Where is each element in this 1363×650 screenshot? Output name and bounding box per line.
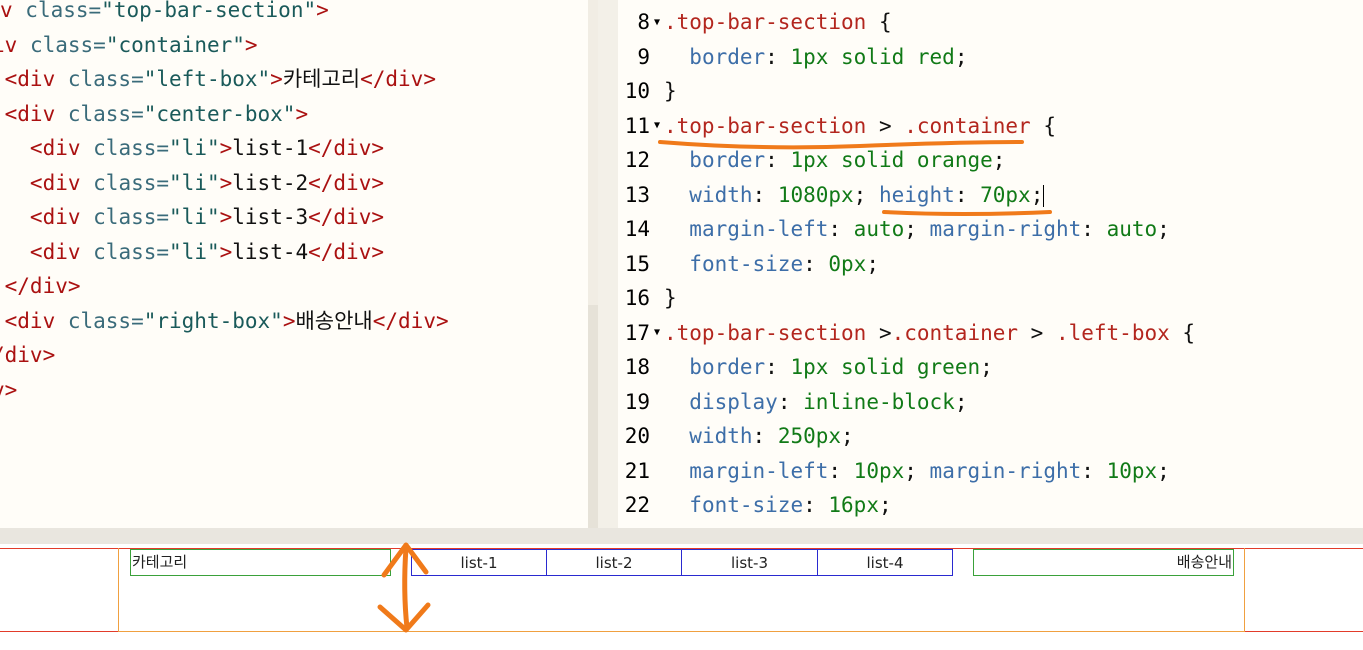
html-code-line: <div class="left-box">카테고리</div> bbox=[4, 67, 436, 91]
css-code-line: 13 width: 1080px; height: 70px; bbox=[624, 182, 1045, 207]
css-code-line: 17 ▼ .top-bar-section >.container > .left-… bbox=[618, 316, 1195, 351]
left-box: 카테고리 bbox=[130, 549, 391, 576]
list-item: list-2 bbox=[546, 549, 682, 576]
list-item: list-4 bbox=[817, 549, 953, 576]
css-code-line: 15 font-size: 0px; bbox=[624, 251, 879, 276]
html-code-line: v> bbox=[0, 377, 18, 402]
fold-arrow-icon[interactable]: ▼ bbox=[650, 316, 664, 351]
css-code-line: 19 display: inline-block; bbox=[624, 389, 968, 414]
css-code-line: 9 border: 1px solid red; bbox=[637, 44, 968, 69]
html-editor-pane[interactable]: v class="top-bar-section"> iv class="con… bbox=[0, 0, 588, 528]
text-cursor bbox=[1043, 184, 1045, 207]
list-item: list-1 bbox=[411, 549, 547, 576]
html-code-line: <div class="li">list-2</div> bbox=[0, 170, 384, 195]
html-code-line: <div class="right-box">배송안내</div> bbox=[4, 308, 449, 333]
right-box: 배송안내 bbox=[973, 549, 1234, 576]
css-code-line: 16} bbox=[624, 286, 677, 310]
preview-splitter[interactable] bbox=[0, 528, 1363, 544]
css-code-line: 10} bbox=[624, 79, 677, 103]
css-gutter bbox=[598, 0, 618, 528]
css-code-line: 12 border: 1px solid orange; bbox=[624, 148, 1006, 172]
fold-arrow-icon[interactable]: ▼ bbox=[650, 109, 664, 144]
html-code-line: <div class="li">list-4</div> bbox=[0, 239, 384, 264]
css-code-line: 11 ▼ .top-bar-section > .container { bbox=[618, 109, 1056, 144]
preview-pane: 카테고리 list-1 list-2 list-3 list-4 배송안내 bbox=[0, 544, 1363, 650]
css-code-line: 8 ▼ .top-bar-section { bbox=[618, 5, 891, 41]
html-pane-scrollbar[interactable] bbox=[588, 0, 598, 305]
html-code-line: v class="top-bar-section"> bbox=[0, 0, 329, 22]
css-code-line: 18 border: 1px solid green; bbox=[624, 355, 993, 379]
css-code-line: 14 margin-left: auto; margin-right: auto… bbox=[624, 217, 1170, 241]
css-code-line: 22 font-size: 16px; bbox=[624, 493, 892, 517]
html-code-line: /div> bbox=[0, 343, 56, 367]
css-code-line: 20 width: 250px; bbox=[624, 424, 854, 448]
html-code-line: <div class="center-box"> bbox=[4, 101, 309, 126]
list-item: list-3 bbox=[681, 549, 818, 576]
html-code-line: </div> bbox=[0, 274, 81, 298]
html-code-line: iv class="container"> bbox=[0, 32, 258, 57]
fold-arrow-icon[interactable]: ▼ bbox=[650, 6, 664, 41]
css-code-line: 21 margin-left: 10px; margin-right: 10px… bbox=[624, 458, 1170, 483]
html-code-line: <div class="li">list-3</div> bbox=[0, 205, 384, 229]
html-code-line: <div class="li">list-1</div> bbox=[0, 136, 384, 160]
